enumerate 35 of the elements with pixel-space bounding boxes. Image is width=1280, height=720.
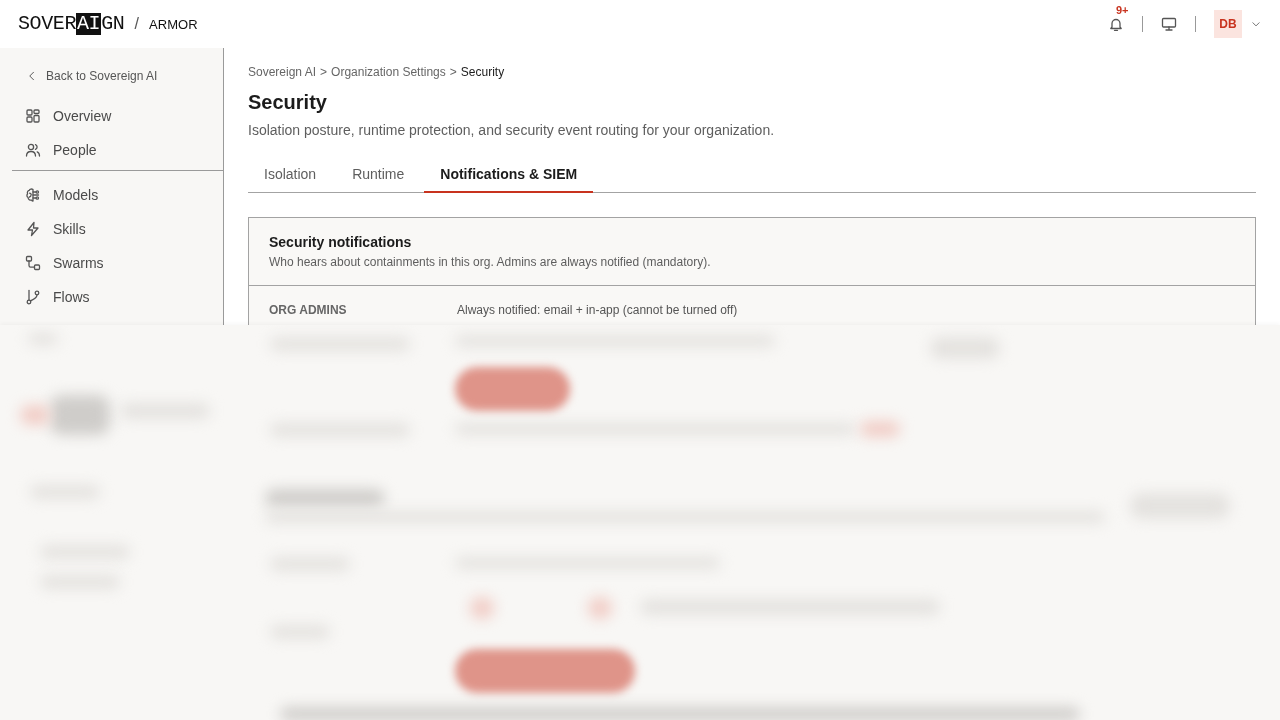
nav-item[interactable]: Models — [12, 178, 223, 212]
tab[interactable]: Isolation — [248, 155, 333, 193]
tab[interactable]: Notifications & SIEM — [424, 155, 594, 193]
brand-logo[interactable]: SOVERAIGN — [18, 13, 125, 35]
brand-separator: / — [134, 15, 139, 33]
card-title: Security notifications — [269, 233, 413, 252]
nav-item[interactable]: Swarms — [12, 246, 223, 280]
back-link[interactable]: Back to Sovereign AI — [12, 64, 223, 88]
monitor-icon[interactable] — [1161, 16, 1177, 32]
branch-icon — [25, 289, 41, 305]
connected-squares-icon — [25, 255, 41, 271]
row-label: ORG ADMINS — [269, 302, 348, 318]
breadcrumb-link[interactable]: Sovereign AI — [248, 64, 317, 80]
product-name: ARMOR — [148, 16, 198, 32]
grid-icon — [25, 108, 41, 124]
breadcrumb-link[interactable]: Organization Settings — [331, 64, 446, 80]
page-title: Security — [248, 90, 328, 115]
page-description: Isolation posture, runtime protection, and security event routing for your organization. — [248, 121, 776, 140]
nav-item[interactable]: Skills — [12, 212, 223, 246]
nav-item[interactable]: Flows — [12, 280, 223, 314]
breadcrumb-separator: > — [449, 64, 457, 80]
user-avatar[interactable]: DB — [1214, 10, 1242, 38]
nav-item[interactable]: People — [12, 133, 223, 167]
row-value: Always notified: email + in-app (cannot be turned off) — [457, 302, 738, 318]
tab[interactable]: Runtime — [336, 155, 421, 193]
breadcrumb-current: Security — [460, 64, 505, 80]
chevron-down-icon[interactable] — [1251, 19, 1261, 29]
nav-item[interactable]: Overview — [12, 99, 223, 133]
card-description: Who hears about containments in this org. Admins are always notified (mandatory). — [269, 254, 712, 270]
brain-circuit-icon — [25, 187, 41, 203]
breadcrumb-separator: > — [320, 64, 328, 80]
notification-count: 9+ — [1116, 4, 1129, 16]
bell-icon[interactable] — [1108, 16, 1124, 32]
lightning-icon — [25, 221, 41, 237]
people-icon — [25, 142, 41, 158]
